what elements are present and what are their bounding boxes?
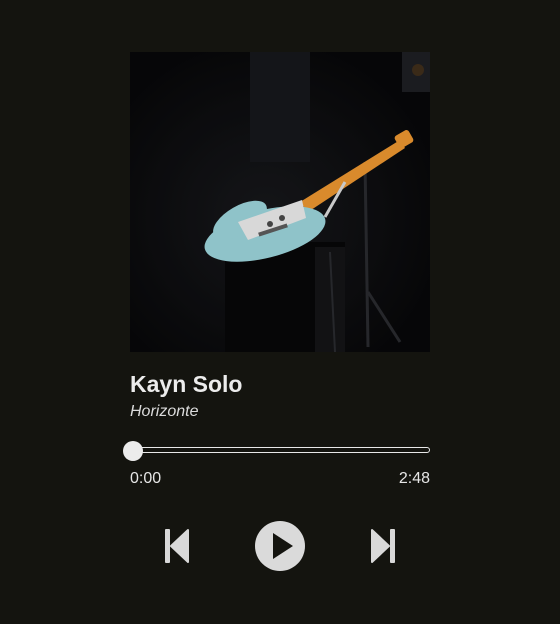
play-icon xyxy=(255,521,305,571)
progress-slider[interactable] xyxy=(123,441,432,462)
current-time: 0:00 xyxy=(130,470,162,487)
total-duration: 2:48 xyxy=(398,470,430,487)
next-button[interactable] xyxy=(368,526,398,571)
progress-track[interactable] xyxy=(130,447,430,453)
progress-thumb[interactable] xyxy=(123,441,143,461)
skip-next-icon xyxy=(371,529,395,563)
album-cover-image xyxy=(130,52,430,352)
track-artist: Kayn Solo xyxy=(130,371,243,397)
playback-controls xyxy=(130,520,430,572)
track-album: Horizonte xyxy=(130,403,199,420)
skip-previous-icon xyxy=(165,529,189,563)
previous-button[interactable] xyxy=(162,526,192,571)
music-player: Kayn Solo Horizonte 0:00 2:48 xyxy=(123,52,432,490)
time-row: 0:00 2:48 xyxy=(130,470,430,490)
play-button[interactable] xyxy=(254,520,306,577)
